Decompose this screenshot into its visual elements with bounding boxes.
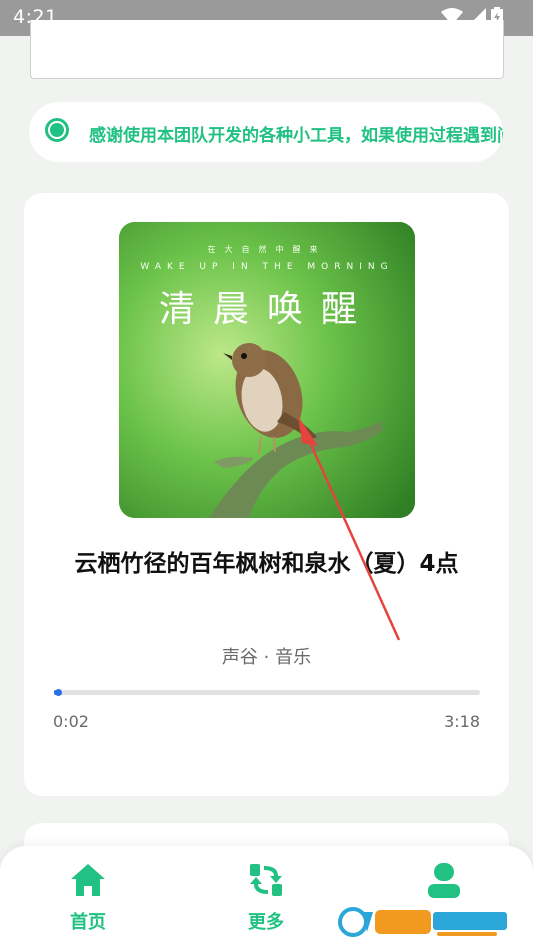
nav-more-label: 更多 bbox=[248, 912, 284, 933]
nav-profile[interactable] bbox=[404, 860, 484, 908]
notice-dot-icon bbox=[45, 118, 69, 142]
nav-home-label: 首页 bbox=[70, 912, 106, 933]
cover-title: 清晨唤醒 bbox=[158, 289, 375, 330]
watermark-logo-icon bbox=[333, 906, 511, 938]
top-input-box[interactable] bbox=[30, 20, 504, 79]
current-time: 0:02 bbox=[53, 712, 89, 731]
swap-icon bbox=[250, 864, 282, 896]
total-time: 3:18 bbox=[444, 712, 480, 731]
home-icon bbox=[71, 864, 105, 896]
song-artist: 声谷 · 音乐 bbox=[221, 647, 312, 668]
person-icon bbox=[428, 863, 460, 898]
notice-text: 感谢使用本团队开发的各种小工具，如果使用过程遇到问题 bbox=[89, 126, 503, 146]
song-title: 云栖竹径的百年枫树和泉水（夏）4点 bbox=[74, 551, 459, 577]
player-card: 在大自然中醒来 WAKE UP IN THE MORNING 清晨唤醒 云栖竹径… bbox=[24, 193, 509, 796]
progress-knob[interactable] bbox=[55, 689, 63, 696]
nav-home[interactable]: 首页 bbox=[48, 860, 128, 934]
album-cover: 在大自然中醒来 WAKE UP IN THE MORNING 清晨唤醒 bbox=[119, 222, 415, 518]
progress-bar[interactable] bbox=[54, 689, 480, 696]
cover-subtitle-en: WAKE UP IN THE MORNING bbox=[140, 262, 394, 272]
cover-subtitle-cn: 在大自然中醒来 bbox=[207, 245, 327, 254]
nav-more[interactable]: 更多 bbox=[226, 860, 306, 934]
notice-banner: 感谢使用本团队开发的各种小工具，如果使用过程遇到问题 bbox=[29, 102, 503, 162]
